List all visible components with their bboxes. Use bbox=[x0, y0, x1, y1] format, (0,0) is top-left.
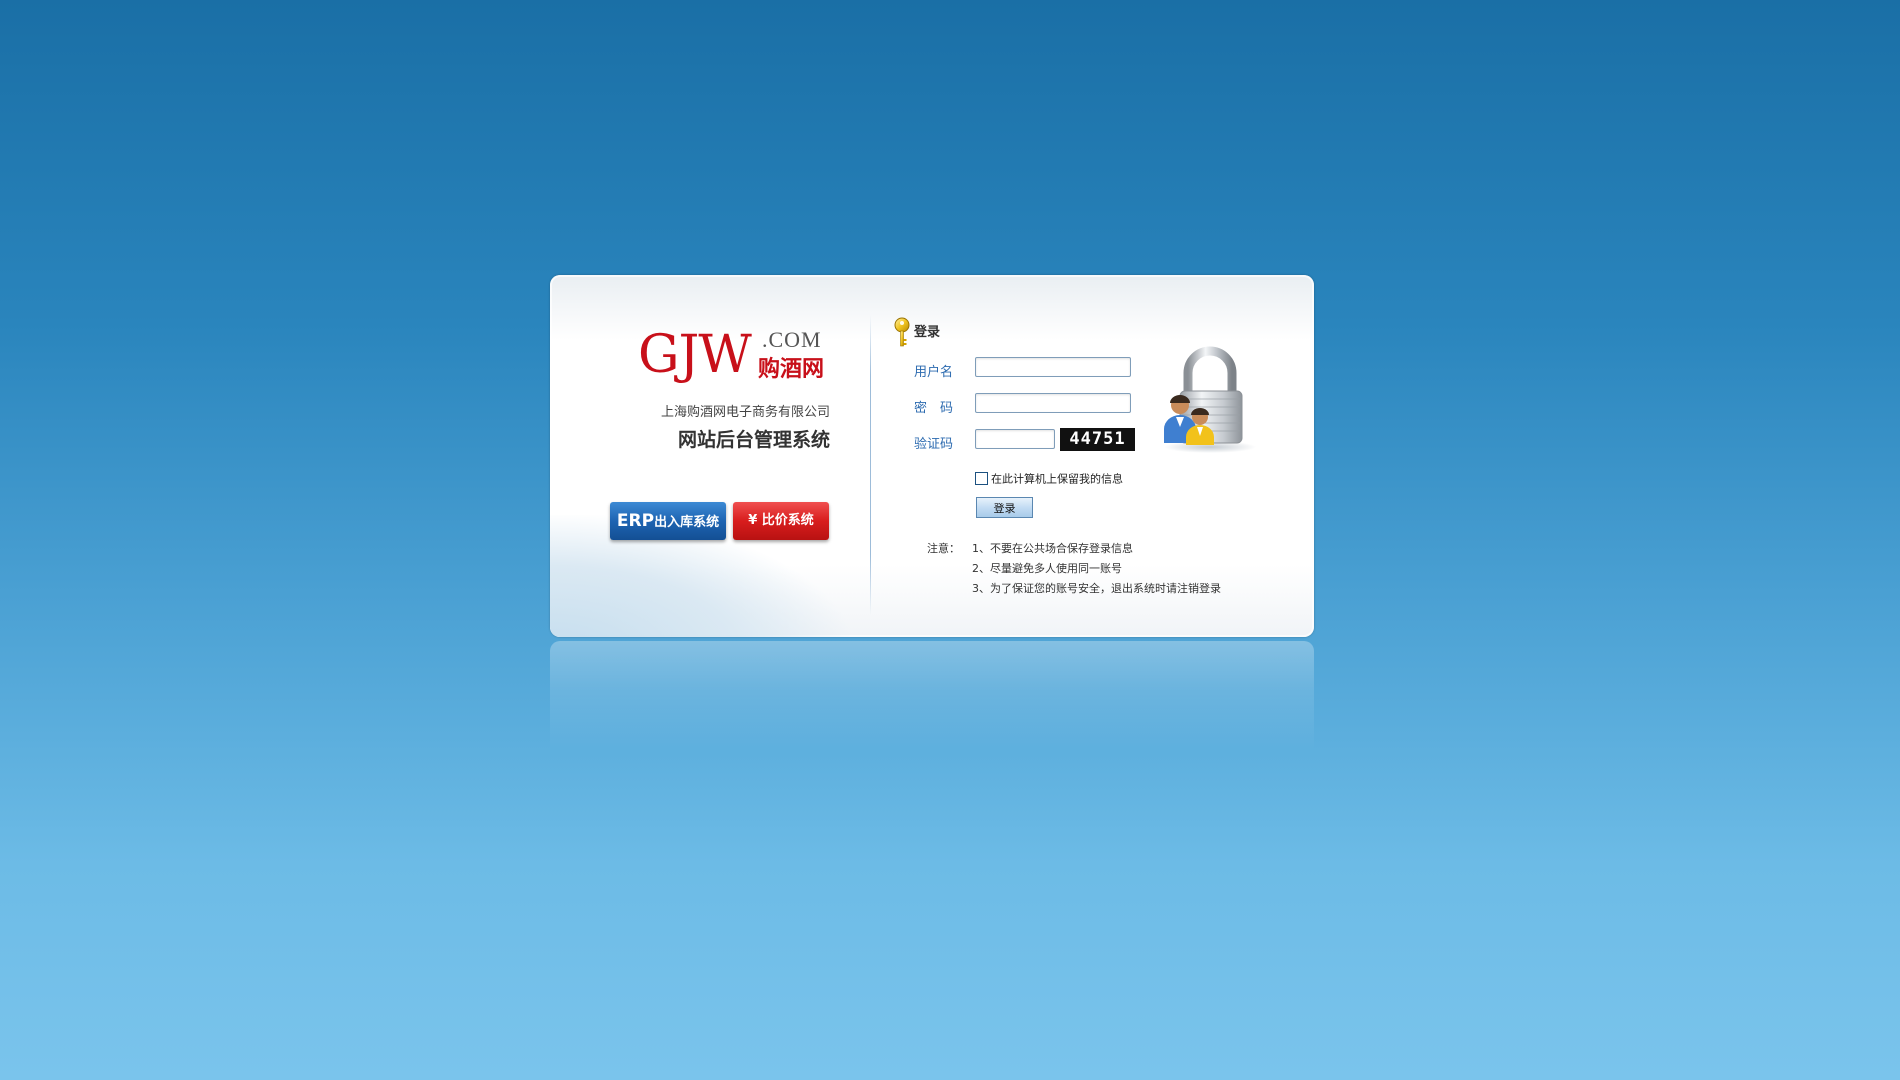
username-label: 用户名 bbox=[914, 365, 954, 380]
notice-item-1: 1、不要在公共场合保存登录信息 bbox=[972, 542, 1133, 555]
gjw-logo: GJW .COM 购酒网 bbox=[638, 327, 838, 387]
notice-label: 注意： bbox=[927, 542, 960, 555]
login-title: 登录 bbox=[914, 325, 941, 340]
logo-chinese: 购酒网 bbox=[758, 357, 825, 382]
logo-domain: .COM bbox=[762, 327, 822, 352]
captcha-input[interactable] bbox=[975, 429, 1055, 449]
yen-icon: ¥ bbox=[748, 513, 758, 528]
login-panel: GJW .COM 购酒网 上海购酒网电子商务有限公司 网站后台管理系统 ERP出… bbox=[550, 275, 1314, 637]
notice-item-2: 2、尽量避免多人使用同一账号 bbox=[972, 562, 1122, 575]
password-label: 密 码 bbox=[914, 401, 954, 416]
remember-me[interactable]: 在此计算机上保留我的信息 bbox=[975, 468, 1123, 486]
captcha-label: 验证码 bbox=[914, 437, 954, 452]
price-compare-button[interactable]: ¥ 比价系统 bbox=[733, 502, 829, 540]
vertical-divider bbox=[870, 315, 871, 615]
remember-label: 在此计算机上保留我的信息 bbox=[991, 472, 1123, 486]
panel-reflection bbox=[550, 641, 1314, 751]
username-input[interactable] bbox=[975, 357, 1131, 377]
captcha-image[interactable]: 44751 bbox=[1060, 428, 1135, 451]
erp-button-label: 出入库系统 bbox=[654, 515, 720, 530]
remember-checkbox[interactable] bbox=[975, 472, 988, 485]
lock-users-icon bbox=[1164, 346, 1256, 453]
login-button[interactable]: 登录 bbox=[976, 497, 1033, 518]
notice-item-3: 3、为了保证您的账号安全，退出系统时请注销登录 bbox=[972, 582, 1221, 595]
erp-system-button[interactable]: ERP出入库系统 bbox=[610, 502, 726, 540]
logo-latin: GJW bbox=[638, 325, 752, 385]
company-name: 上海购酒网电子商务有限公司 bbox=[660, 405, 830, 420]
system-title: 网站后台管理系统 bbox=[677, 429, 830, 451]
key-icon bbox=[894, 317, 910, 347]
erp-button-prefix: ERP bbox=[616, 511, 655, 531]
price-button-label: 比价系统 bbox=[761, 513, 814, 528]
password-input[interactable] bbox=[975, 393, 1131, 413]
